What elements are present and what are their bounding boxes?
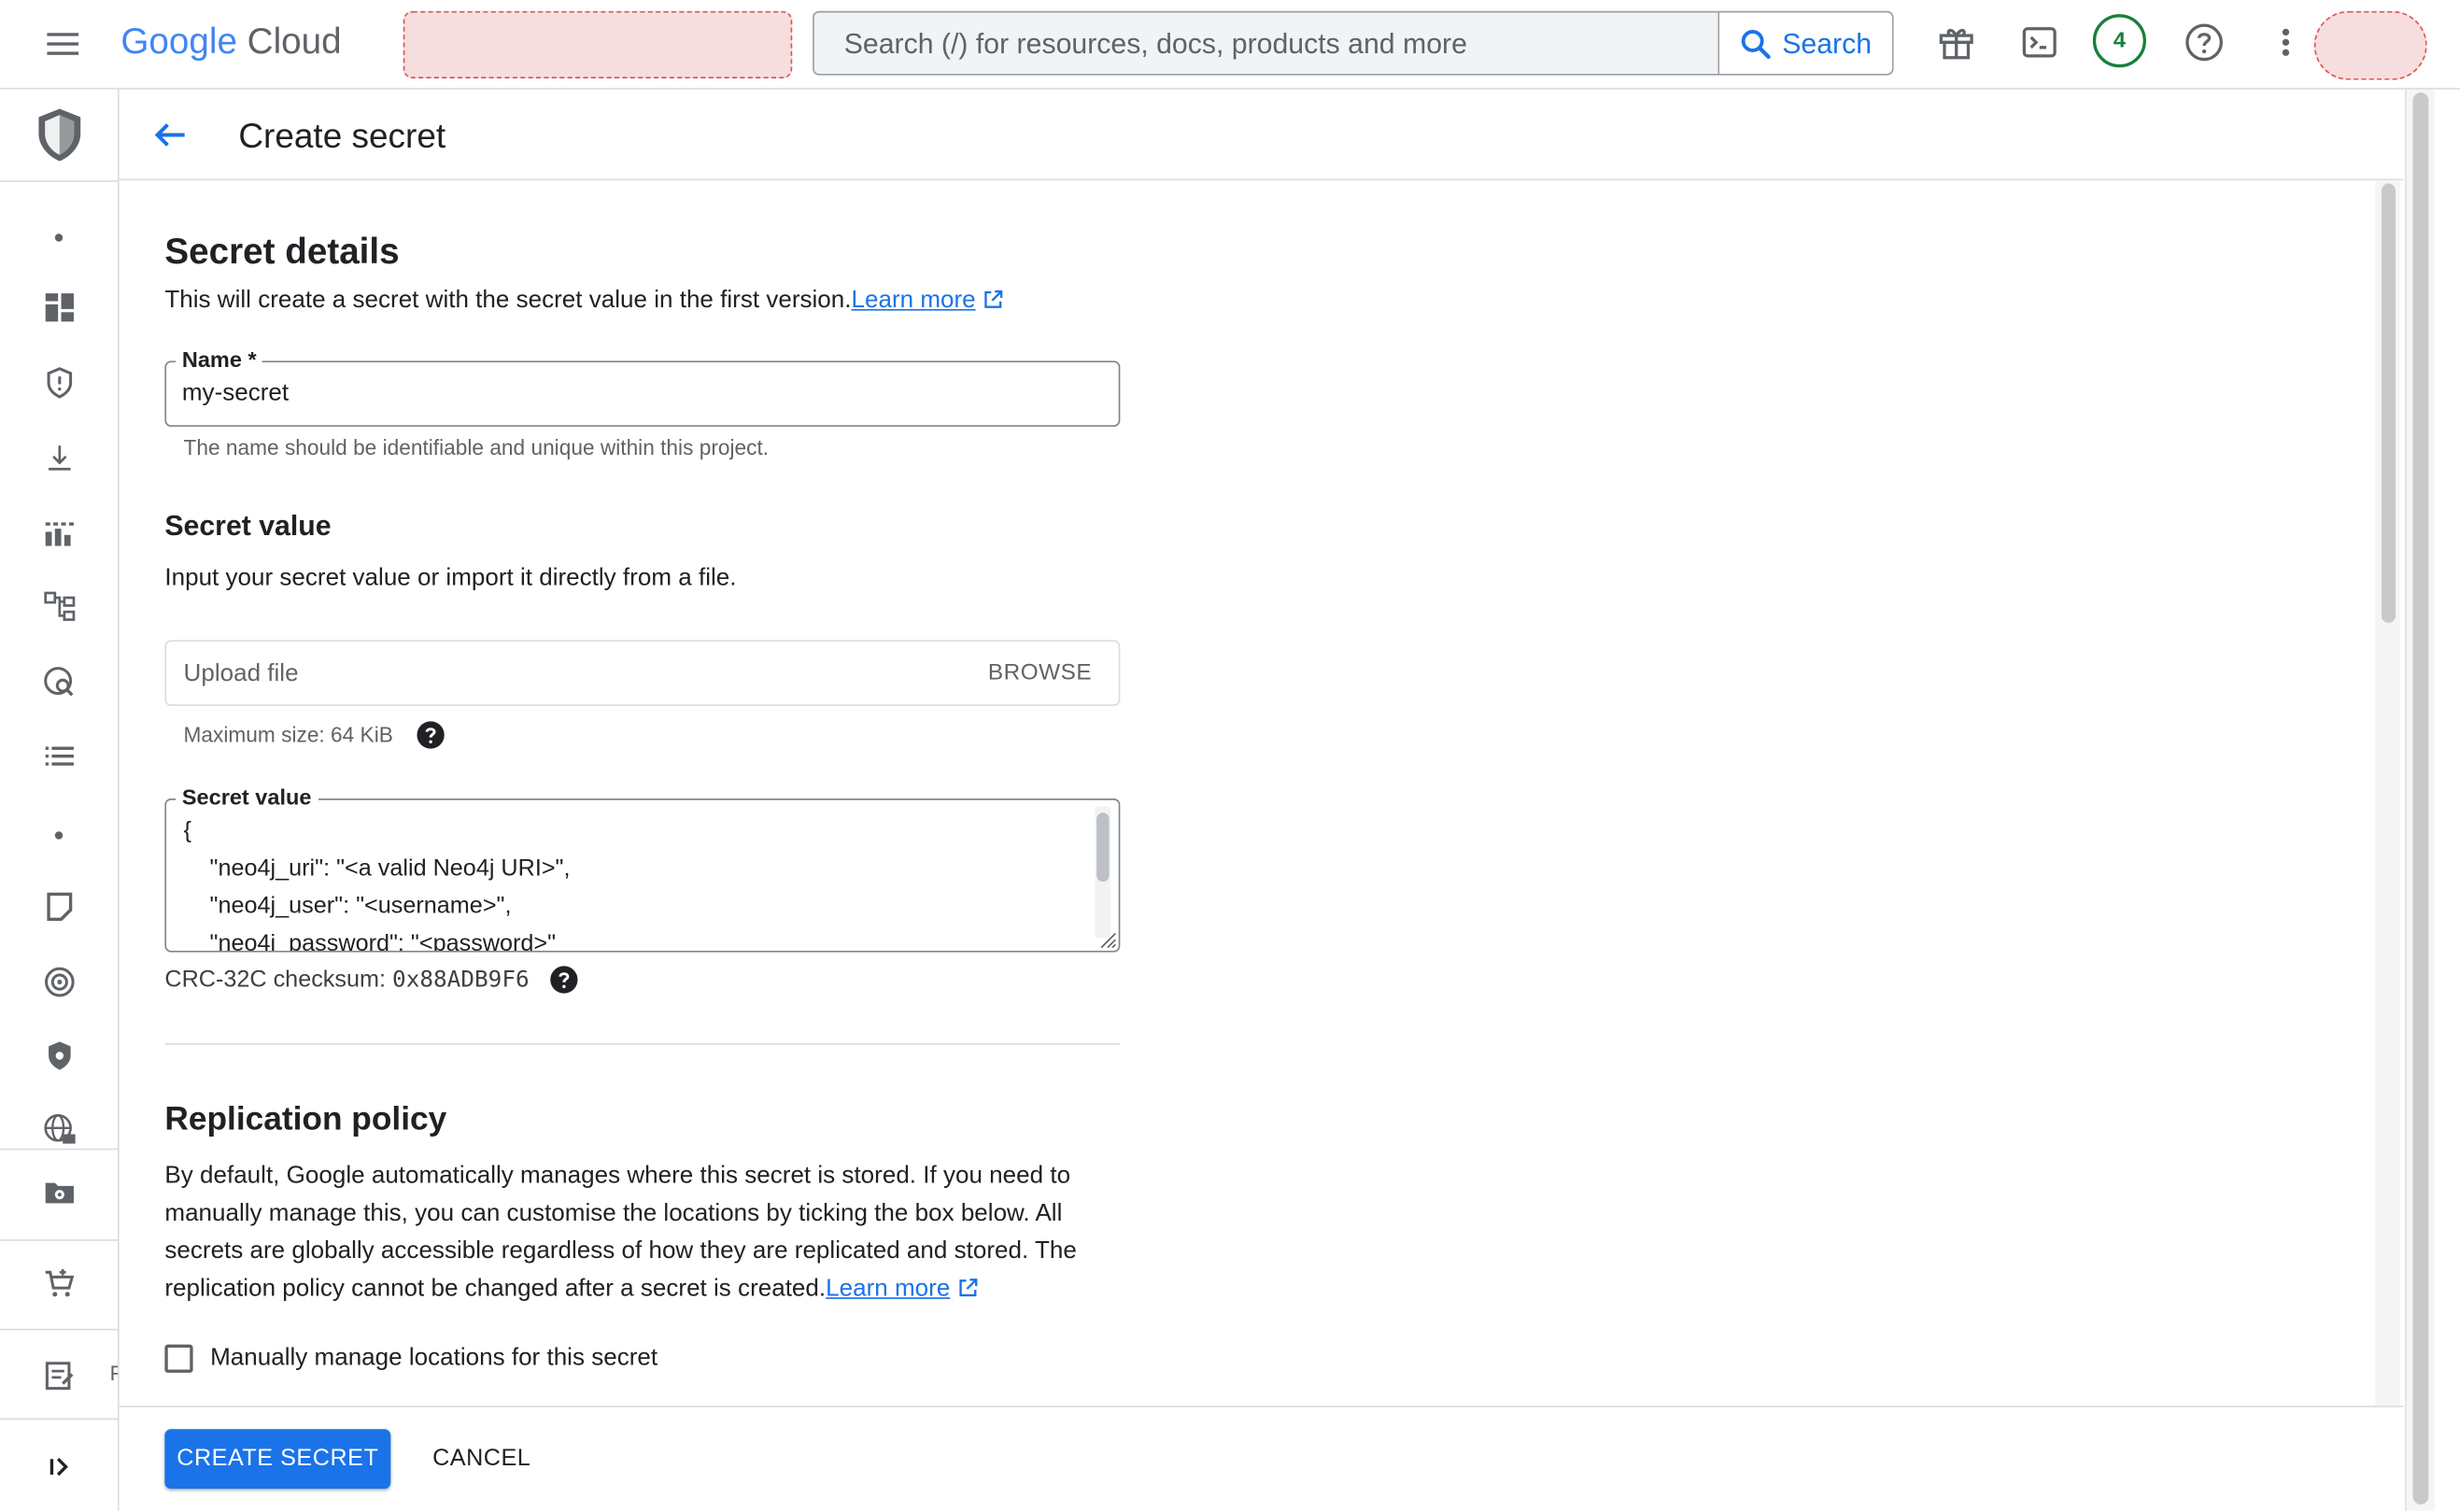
replication-policy-paragraph: By default, Google automatically manages… <box>164 1158 1106 1308</box>
page-title: Create secret <box>238 116 446 156</box>
page-header: Create secret <box>119 90 2404 181</box>
replication-learn-more-link[interactable]: Learn more <box>826 1276 950 1303</box>
redacted-account-avatar[interactable] <box>2313 10 2427 80</box>
shield-icon[interactable] <box>41 1037 78 1074</box>
name-field-label: Name * <box>176 346 263 373</box>
cloud-shell-terminal-icon[interactable] <box>2019 22 2060 64</box>
page-scrollbar-thumb[interactable] <box>2412 92 2429 1505</box>
content-scrollbar[interactable] <box>2375 180 2401 1406</box>
upload-file-placeholder: Upload file <box>183 660 299 687</box>
download-icon[interactable] <box>41 439 78 476</box>
resize-handle-icon[interactable] <box>1098 930 1117 949</box>
back-arrow-icon[interactable] <box>150 115 191 156</box>
search-button-label: Search <box>1782 28 1873 60</box>
release-notes-icon[interactable] <box>41 1357 78 1394</box>
learn-more-link[interactable]: Learn more <box>852 287 976 314</box>
security-shield-logo-icon[interactable] <box>35 106 85 163</box>
secret-value-description: Input your secret value or import it dir… <box>164 564 737 592</box>
hierarchy-icon[interactable] <box>41 588 78 626</box>
logo-cloud-text: Cloud <box>247 20 342 62</box>
google-cloud-logo[interactable]: Google Cloud <box>120 21 341 63</box>
hamburger-menu-icon[interactable] <box>44 25 81 63</box>
name-value: my-secret <box>181 379 290 407</box>
search-input[interactable]: Search (/) for resources, docs, products… <box>813 10 1894 76</box>
checksum-help-icon[interactable] <box>549 965 579 995</box>
section-divider <box>164 1043 1121 1045</box>
globe-search-icon[interactable] <box>41 664 78 701</box>
upload-file-field[interactable]: Upload file BROWSE <box>164 640 1121 706</box>
checksum-row: CRC-32C checksum: 0x88ADB9F6 <box>164 967 529 994</box>
search-placeholder: Search (/) for resources, docs, products… <box>843 28 1467 60</box>
secret-value-textarea[interactable]: { "neo4j_uri": "<a valid Neo4j URI>", "n… <box>164 798 1121 953</box>
app-window: Google Cloud Search (/) for resources, d… <box>0 0 2460 1512</box>
max-size-hint: Maximum size: 64 KiB <box>183 723 393 747</box>
browse-button[interactable]: BROWSE <box>988 660 1092 685</box>
external-link-icon <box>983 289 1005 311</box>
dashboard-icon[interactable] <box>41 289 78 326</box>
manual-locations-checkbox[interactable] <box>164 1344 193 1373</box>
analytics-icon[interactable] <box>41 515 78 552</box>
secret-details-description: This will create a secret with the secre… <box>164 287 852 314</box>
shield-alert-icon[interactable] <box>41 364 78 402</box>
top-bar: Google Cloud Search (/) for resources, d… <box>0 0 2460 90</box>
nav-dot <box>54 831 64 840</box>
notifications-badge[interactable]: 4 <box>2092 14 2146 68</box>
create-secret-button[interactable]: CREATE SECRET <box>164 1429 391 1490</box>
expand-nav-icon[interactable] <box>41 1448 78 1485</box>
textarea-scrollbar-thumb[interactable] <box>1096 813 1110 883</box>
target-icon[interactable] <box>41 963 78 1000</box>
name-field[interactable]: my-secret <box>164 360 1121 427</box>
secret-details-heading: Secret details <box>164 230 400 272</box>
folder-settings-icon[interactable] <box>41 1173 78 1210</box>
content-scrollbar-thumb[interactable] <box>2381 183 2396 623</box>
cancel-button[interactable]: CANCEL <box>416 1429 547 1489</box>
name-hint: The name should be identifiable and uniq… <box>183 435 770 460</box>
manual-locations-label: Manually manage locations for this secre… <box>210 1344 658 1372</box>
search-button[interactable]: Search <box>1718 12 1892 74</box>
page-scrollbar[interactable] <box>2405 89 2436 1511</box>
nav-dot <box>54 233 64 242</box>
secret-value-field-label: Secret value <box>176 784 318 810</box>
policy-icon[interactable] <box>41 888 78 926</box>
external-link-icon <box>957 1277 980 1299</box>
checksum-value: 0x88ADB9F6 <box>392 968 530 994</box>
more-vert-icon[interactable] <box>2266 22 2307 64</box>
secret-value-text: { "neo4j_uri": "<a valid Neo4j URI>", "n… <box>183 817 571 951</box>
marketplace-cart-icon[interactable] <box>41 1265 78 1302</box>
redacted-project-picker[interactable] <box>403 10 793 78</box>
secret-details-description-row: This will create a secret with the secre… <box>164 287 1004 315</box>
search-icon <box>1738 27 1773 62</box>
truncated-nav-label: F <box>110 1362 118 1385</box>
help-filled-icon[interactable] <box>416 720 445 750</box>
logo-google-text: Google <box>120 20 237 62</box>
gift-icon[interactable] <box>1936 22 1977 64</box>
textarea-scrollbar[interactable] <box>1095 806 1111 939</box>
left-nav-rail: F <box>0 89 120 1511</box>
help-icon[interactable] <box>2184 22 2225 64</box>
checksum-label: CRC-32C checksum: <box>164 966 387 994</box>
secret-value-heading: Secret value <box>164 509 332 542</box>
list-icon[interactable] <box>41 738 78 775</box>
replication-policy-heading: Replication policy <box>164 1101 447 1138</box>
globe-lock-icon[interactable] <box>41 1110 78 1148</box>
